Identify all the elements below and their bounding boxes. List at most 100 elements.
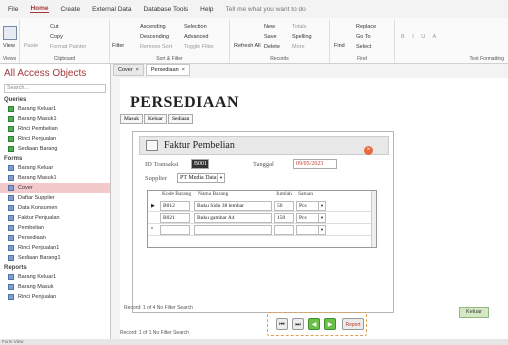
tab-home[interactable]: Home xyxy=(30,5,49,13)
find-button[interactable]: Find xyxy=(334,43,345,49)
nav-item[interactable]: Data Konsumen xyxy=(0,203,110,213)
table-row[interactable]: ▶ B012 Buku Sidu 38 lembar 50 Pcs ▼ xyxy=(148,201,376,212)
nav-item[interactable]: Barang Masuk1 xyxy=(0,114,110,124)
tab-help[interactable]: Help xyxy=(200,6,213,13)
nav-section-header[interactable]: Queries xyxy=(0,95,110,104)
col-satuan: Satuan xyxy=(298,191,313,197)
cell-kode-new[interactable] xyxy=(160,225,190,235)
cut-button[interactable]: Cut xyxy=(50,24,59,30)
delete-button[interactable]: Delete xyxy=(264,44,280,50)
group-find: Find Replace Go To Select Find xyxy=(330,20,395,63)
totals-button[interactable]: Totals xyxy=(292,24,306,30)
nav-item[interactable]: Rinci Penjualan xyxy=(0,134,110,144)
nav-item[interactable]: Barang Masuk1 xyxy=(0,173,110,183)
new-row[interactable]: * ▼ xyxy=(148,225,376,236)
keluar-tab-button[interactable]: Keluar xyxy=(143,114,167,124)
no-filter-indicator[interactable]: No Filter xyxy=(153,330,172,336)
format-painter-button[interactable]: Format Painter xyxy=(50,44,86,50)
id-transaksi-field[interactable]: B001 xyxy=(191,159,209,169)
sediaan-button[interactable]: Sediaan xyxy=(167,114,194,124)
nav-item[interactable]: Rinci Penjualan1 xyxy=(0,243,110,253)
nav-item[interactable]: Cover xyxy=(0,183,110,193)
refresh-button[interactable]: Refresh All xyxy=(234,43,261,49)
nav-item[interactable]: Persediaan xyxy=(0,233,110,243)
copy-button[interactable]: Copy xyxy=(50,34,63,40)
view-button[interactable]: View xyxy=(3,43,15,49)
masuk-button[interactable]: Masuk xyxy=(120,114,143,124)
close-icon[interactable]: × xyxy=(136,67,139,73)
ascending-button[interactable]: Ascending xyxy=(140,24,166,30)
nav-item[interactable]: Barang Masuk xyxy=(0,282,110,292)
cell-kode[interactable]: B012 xyxy=(160,201,190,211)
tab-external-data[interactable]: External Data xyxy=(92,6,131,13)
supplier-dropdown[interactable]: PT Media Data ▼ xyxy=(177,173,225,183)
descending-button[interactable]: Descending xyxy=(140,34,169,40)
nav-title[interactable]: All Access Objects xyxy=(0,64,110,82)
more-button[interactable]: More xyxy=(292,44,305,50)
nav-item[interactable]: Sediaan Barang xyxy=(0,144,110,154)
cell-jumlah-new[interactable] xyxy=(274,225,294,235)
selection-button[interactable]: Selection xyxy=(184,24,207,30)
doc-tab-persediaan[interactable]: Persediaan × xyxy=(145,64,190,76)
paste-button[interactable]: Paste xyxy=(24,43,38,49)
cell-nama-new[interactable] xyxy=(194,225,272,235)
nav-item[interactable]: Rinci Penjualan xyxy=(0,292,110,302)
close-icon[interactable]: × xyxy=(364,146,373,155)
cell-jumlah[interactable]: 150 xyxy=(274,213,294,223)
doc-tab-cover[interactable]: Cover × xyxy=(113,64,144,76)
chevron-down-icon[interactable]: ▼ xyxy=(217,174,224,182)
remove-sort-button[interactable]: Remove Sort xyxy=(140,44,172,50)
tab-file[interactable]: File xyxy=(8,6,18,13)
tanggal-field[interactable]: 09/05/2023 xyxy=(293,159,337,169)
nav-item[interactable]: Barang Keluar1 xyxy=(0,104,110,114)
form-icon xyxy=(146,140,158,151)
tell-me-box[interactable]: Tell me what you want to do xyxy=(226,6,306,13)
advanced-button[interactable]: Advanced xyxy=(184,34,208,40)
cell-satuan[interactable]: Pcs ▼ xyxy=(296,201,326,211)
inner-search-box[interactable]: Search xyxy=(177,305,193,311)
keluar-button[interactable]: Keluar xyxy=(459,307,489,318)
filter-button[interactable]: Filter xyxy=(112,43,124,49)
query-icon xyxy=(8,136,14,142)
nav-item[interactable]: Faktur Penjualan xyxy=(0,213,110,223)
nav-search-input[interactable]: Search... xyxy=(4,84,106,93)
first-record-icon[interactable]: ⏮ xyxy=(276,318,288,330)
nav-item[interactable]: Pembelian xyxy=(0,223,110,233)
spelling-button[interactable]: Spelling xyxy=(292,34,312,40)
grid-scrollbar[interactable] xyxy=(371,191,376,247)
chevron-down-icon[interactable]: ▼ xyxy=(318,226,325,234)
table-row[interactable]: B021 Buku gambar A4 150 Pcs ▼ xyxy=(148,213,376,224)
nav-item[interactable]: Rinci Pembelian xyxy=(0,124,110,134)
nav-section-header[interactable]: Reports xyxy=(0,263,110,272)
close-icon[interactable]: × xyxy=(182,67,185,73)
cell-kode[interactable]: B021 xyxy=(160,213,190,223)
select-button[interactable]: Select xyxy=(356,44,371,50)
nav-item[interactable]: Barang Keluar xyxy=(0,163,110,173)
toggle-filter-button[interactable]: Toggle Filter xyxy=(184,44,214,50)
report-button[interactable]: Report xyxy=(342,318,364,330)
save-button[interactable]: Save xyxy=(264,34,277,40)
tab-database-tools[interactable]: Database Tools xyxy=(143,6,188,13)
next-record-icon[interactable]: ▶ xyxy=(324,318,336,330)
no-filter-indicator[interactable]: No Filter xyxy=(157,305,176,311)
cell-satuan[interactable]: Pcs ▼ xyxy=(296,213,326,223)
cell-nama[interactable]: Buku gambar A4 xyxy=(194,213,272,223)
last-record-icon[interactable]: ⏭ xyxy=(292,318,304,330)
nav-item[interactable]: Daftar Supplier xyxy=(0,193,110,203)
cell-nama[interactable]: Buku Sidu 38 lembar xyxy=(194,201,272,211)
chevron-down-icon[interactable]: ▼ xyxy=(318,214,325,222)
outer-search-box[interactable]: Search xyxy=(173,330,189,336)
replace-button[interactable]: Replace xyxy=(356,24,376,30)
tab-create[interactable]: Create xyxy=(61,6,81,13)
goto-button[interactable]: Go To xyxy=(356,34,371,40)
cell-jumlah[interactable]: 50 xyxy=(274,201,294,211)
nav-item[interactable]: Barang Keluar1 xyxy=(0,272,110,282)
chevron-down-icon[interactable]: ▼ xyxy=(318,202,325,210)
nav-item[interactable]: Sediaan Barang1 xyxy=(0,253,110,263)
new-button[interactable]: New xyxy=(264,24,275,30)
view-icon[interactable] xyxy=(3,26,17,40)
nav-section-header[interactable]: Forms xyxy=(0,154,110,163)
form-icon xyxy=(8,205,14,211)
prev-record-icon[interactable]: ◀ xyxy=(308,318,320,330)
cell-satuan-new[interactable]: ▼ xyxy=(296,225,326,235)
